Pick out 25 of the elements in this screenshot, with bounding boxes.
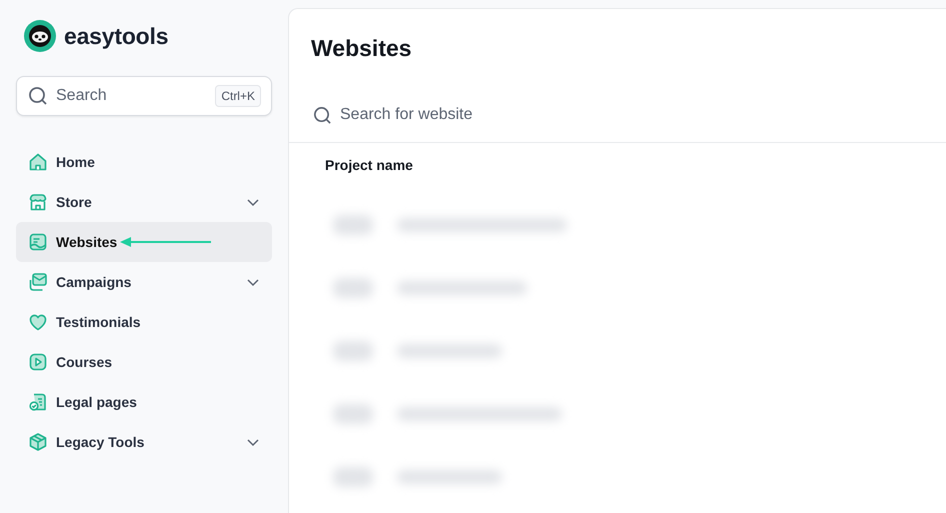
search-field[interactable]: Search Ctrl+K: [16, 76, 272, 116]
keyboard-shortcut: Ctrl+K: [215, 85, 261, 107]
nav-item[interactable]: Legacy Tools: [16, 422, 272, 462]
package-icon: [28, 432, 48, 452]
website-search-field[interactable]: Search for website: [313, 100, 946, 130]
column-header: Project name: [325, 157, 414, 173]
home-icon: [28, 152, 48, 172]
browser-window-icon: [28, 232, 48, 252]
nav-item[interactable]: Store: [16, 182, 272, 222]
brand-name: easytools: [64, 22, 168, 50]
nav-item[interactable]: Testimonials: [16, 302, 272, 342]
document-check-icon: [28, 392, 48, 412]
play-icon: [28, 352, 48, 372]
search-icon: [313, 106, 332, 124]
nav-item[interactable]: Campaigns: [16, 262, 272, 302]
page-title: Websites: [311, 35, 413, 62]
nav-item[interactable]: Legal pages: [16, 382, 272, 422]
nav-item[interactable]: Websites: [16, 222, 272, 262]
logo-icon: [24, 20, 56, 52]
envelope-stack-icon: [28, 272, 48, 292]
store-icon: [28, 192, 48, 212]
nav-item[interactable]: Courses: [16, 342, 272, 382]
nav-item[interactable]: Home: [16, 142, 272, 182]
search-icon: [28, 86, 48, 106]
heart-icon: [28, 312, 48, 332]
